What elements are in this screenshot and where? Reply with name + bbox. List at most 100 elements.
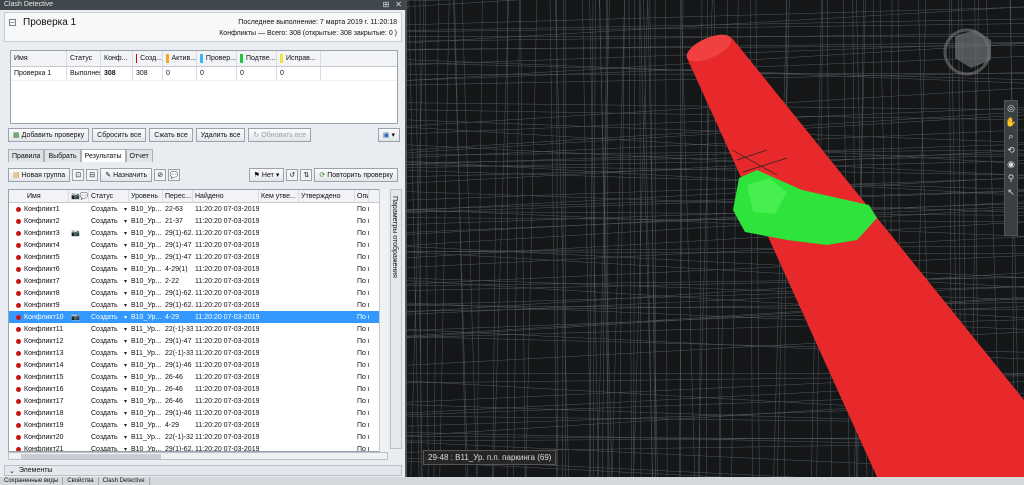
tests-column-header[interactable]: Конф... — [101, 51, 133, 66]
tests-column-header[interactable]: Подтве... — [237, 51, 277, 66]
results-column-header[interactable]: Перес... — [163, 190, 193, 202]
status-dropdown[interactable]: Создать ▾ — [89, 227, 129, 239]
tab-3[interactable]: Отчет — [125, 149, 153, 162]
status-dropdown[interactable]: Создать ▾ — [89, 299, 129, 311]
status-dropdown[interactable]: Создать ▾ — [89, 323, 129, 335]
tests-column-header[interactable]: Статус — [67, 51, 101, 66]
result-row[interactable]: Конфликт8 Создать ▾ B10_Ур...29(1)-62...11:… — [9, 287, 387, 299]
result-row[interactable]: Конфликт15 Создать ▾ B10_Ур... 26-46 11:20:20… — [9, 371, 387, 383]
rerun-test-button[interactable]: ⟳ Повторить проверку — [314, 168, 398, 182]
select-icon[interactable]: ↖ — [1005, 185, 1017, 199]
camera-column-icon[interactable]: 📷💬 — [69, 190, 89, 202]
status-dropdown[interactable]: Создать ▾ — [89, 251, 129, 263]
add-test-button[interactable]: ▦ Добавить проверку — [8, 128, 90, 142]
bottom-tab-0[interactable]: Сохраненные виды — [0, 477, 64, 485]
status-dropdown[interactable]: Создать ▾ — [89, 263, 129, 275]
zoom-icon[interactable]: ⌕ — [1005, 129, 1017, 143]
status-dropdown[interactable]: Создать ▾ — [89, 335, 129, 347]
result-row[interactable]: Конфликт1 Создать ▾ B10_Ур... 22-63 11:20:20 … — [9, 203, 387, 215]
results-column-header[interactable]: Кем утве... — [259, 190, 299, 202]
display-settings-tab[interactable]: Параметры отображения — [390, 189, 402, 449]
result-row[interactable]: Конфликт17 Создать ▾ B10_Ур... 26-46 11:20:20… — [9, 395, 387, 407]
tab-0[interactable]: Правила — [8, 149, 45, 162]
results-column-header[interactable]: Уровень — [129, 190, 163, 202]
sort-icon[interactable]: ⇅ — [300, 169, 313, 181]
result-row[interactable]: Конфликт4 Создать ▾ B10_Ур... 29(1)-47 11:20:… — [9, 239, 387, 251]
status-dropdown[interactable]: Создать ▾ — [89, 215, 129, 227]
collapse-toggle[interactable]: – — [9, 19, 16, 26]
status-dropdown[interactable]: Создать ▾ — [89, 383, 129, 395]
group-icon[interactable]: ⊡ — [72, 169, 85, 181]
result-row[interactable]: Конфликт18 Создать ▾ B10_Ур... 29(1)-46 11:20… — [9, 407, 387, 419]
status-dropdown[interactable]: Создать ▾ — [89, 431, 129, 443]
result-row[interactable]: Конфликт10 📷 Создать ▾ B10_Ур... 4-29 11:20:20… — [9, 311, 387, 323]
bottom-tab-1[interactable]: Свойства — [63, 477, 99, 485]
status-dropdown[interactable]: Создать ▾ — [89, 359, 129, 371]
compact-all-button[interactable]: Сжать все — [149, 128, 193, 142]
bottom-tab-2[interactable]: Clash Detective — [99, 477, 150, 485]
tests-column-header[interactable]: Актив... — [163, 51, 197, 66]
status-dropdown[interactable]: Создать ▾ — [89, 407, 129, 419]
walk-icon[interactable]: ⚲ — [1005, 171, 1017, 185]
filter-dropdown[interactable]: ⚑ Нет ▾ — [248, 168, 285, 182]
result-row[interactable]: Конфликт14 Создать ▾ B10_Ур... 29(1)-46 11:20… — [9, 359, 387, 371]
3d-viewport[interactable]: 29-48 : B11_Ур. п.п. паркинга (69) ◎ ✋ ⌕… — [407, 0, 1024, 477]
status-dropdown[interactable]: Создать ▾ — [89, 311, 129, 323]
reset-filter-icon[interactable]: ↺ — [286, 169, 299, 181]
pan-icon[interactable]: ✋ — [1005, 115, 1017, 129]
tab-1[interactable]: Выбрать — [44, 149, 81, 162]
viewcube-icon[interactable] — [943, 28, 991, 76]
status-dropdown[interactable]: Создать ▾ — [89, 395, 129, 407]
result-row[interactable]: Конфликт16 Создать ▾ B10_Ур... 26-46 11:20:20… — [9, 383, 387, 395]
status-dropdown[interactable]: Создать ▾ — [89, 347, 129, 359]
results-horizontal-scrollbar[interactable] — [8, 452, 388, 460]
comment-icon[interactable]: 💬 — [168, 169, 181, 181]
results-column-header[interactable]: Утверждено — [299, 190, 355, 202]
status-dropdown[interactable]: Создать ▾ — [89, 419, 129, 431]
result-row[interactable]: Конфликт2 Создать ▾ B10_Ур... 21-37 11:20:20 … — [9, 215, 387, 227]
elements-panel[interactable]: ⌄ Элементы — [4, 465, 402, 476]
tests-column-header[interactable]: Имя — [11, 51, 67, 66]
status-dropdown[interactable]: Создать ▾ — [89, 371, 129, 383]
close-icon[interactable]: ✕ — [395, 0, 402, 10]
result-row[interactable]: Конфликт3 📷 Создать ▾ B10_Ур...29(1)-62...11… — [9, 227, 387, 239]
results-vertical-scrollbar[interactable] — [379, 189, 388, 452]
status-dropdown[interactable]: Создать ▾ — [89, 287, 129, 299]
tests-column-header[interactable]: Исправ... — [277, 51, 321, 66]
orbit-icon[interactable]: ⟲ — [1005, 143, 1017, 157]
delete-all-button[interactable]: Удалить все — [195, 128, 246, 142]
result-row[interactable]: Конфликт5 Создать ▾ B10_Ур... 29(1)-47 11:20:… — [9, 251, 387, 263]
result-row[interactable]: Конфликт21 Создать▾B10_Ур...29(1)-62...11… — [9, 443, 387, 452]
result-row[interactable]: Конфликт9 Создать ▾ B10_Ур...29(1)-62...11:… — [9, 299, 387, 311]
results-column-header[interactable]: Найдено — [193, 190, 259, 202]
results-column-header[interactable]: Опи — [355, 190, 369, 202]
results-column-header[interactable]: Имя — [9, 190, 69, 202]
results-column-header[interactable]: Статус — [89, 190, 129, 202]
unassign-icon[interactable]: ⊘ — [154, 169, 167, 181]
result-row[interactable]: Конфликт7 Создать ▾ B10_Ур... 2-22 11:20:20 0… — [9, 275, 387, 287]
scroll-thumb[interactable] — [21, 454, 161, 459]
result-row[interactable]: Конфликт12 Создать ▾ B10_Ур... 29(1)-47 11:20… — [9, 335, 387, 347]
result-row[interactable]: Конфликт19 Создать ▾ B10_Ур... 4-29 11:20:20 … — [9, 419, 387, 431]
status-dropdown[interactable]: Создать ▾ — [89, 443, 129, 452]
status-dropdown[interactable]: Создать ▾ — [89, 203, 129, 215]
steering-wheel-icon[interactable]: ◎ — [1005, 101, 1017, 115]
pin-icon[interactable]: ⊞ — [383, 0, 390, 10]
refresh-all-button[interactable]: ↻ Обновить все — [248, 128, 311, 142]
test-row[interactable]: Проверка 1 Выполнен 308 308 0 0 0 0 — [11, 67, 397, 81]
result-row[interactable]: Конфликт6 Создать ▾ B10_Ур... 4-29(1) 11:20:2… — [9, 263, 387, 275]
new-group-button[interactable]: ▤ Новая группа — [8, 168, 71, 182]
tests-column-header[interactable]: Созд... — [133, 51, 163, 66]
status-dropdown[interactable]: Создать ▾ — [89, 275, 129, 287]
assign-button[interactable]: ✎ Назначить — [100, 168, 153, 182]
look-icon[interactable]: ◉ — [1005, 157, 1017, 171]
export-menu-button[interactable]: ▣ ▾ — [377, 128, 400, 142]
result-row[interactable]: Конфликт20 Создать ▾ B11_Ур... 22(-1)-32 11:2… — [9, 431, 387, 443]
status-dropdown[interactable]: Создать ▾ — [89, 239, 129, 251]
reset-all-button[interactable]: Сбросить все — [92, 128, 147, 142]
result-row[interactable]: Конфликт13 Создать ▾ B11_Ур... 22(-1)-33 11:2… — [9, 347, 387, 359]
tab-2[interactable]: Результаты — [80, 149, 126, 162]
ungroup-icon[interactable]: ⊟ — [86, 169, 99, 181]
tests-column-header[interactable]: Провер... — [197, 51, 237, 66]
result-row[interactable]: Конфликт11 Создать ▾ B11_Ур... 22(-1)-33 11:2… — [9, 323, 387, 335]
